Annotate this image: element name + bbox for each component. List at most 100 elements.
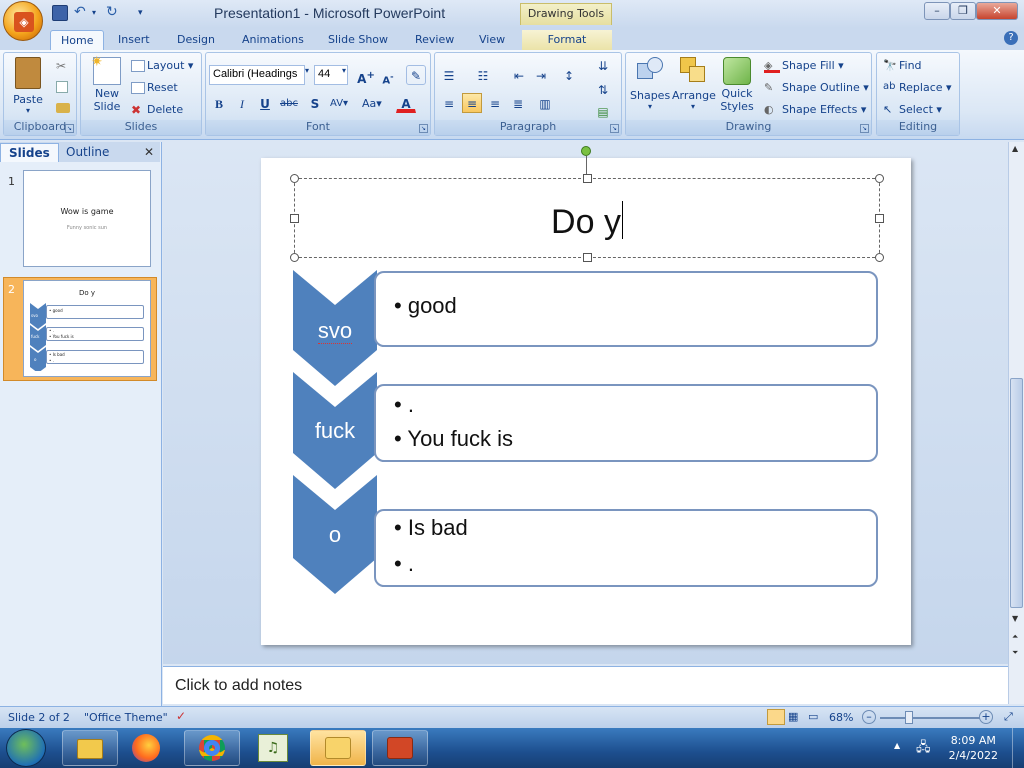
start-button[interactable] <box>6 729 46 767</box>
fit-slide-icon[interactable]: ⤢ <box>1004 710 1013 724</box>
bullets-icon[interactable]: ☰ <box>439 65 459 85</box>
taskbar-audio-editor[interactable]: ♫ <box>258 734 288 762</box>
zoom-in-icon[interactable]: + <box>979 710 993 724</box>
font-size-dropdown-icon[interactable]: ▾ <box>342 66 346 75</box>
align-right-icon[interactable]: ≡ <box>485 93 505 113</box>
spell-check-icon[interactable]: ✓ <box>176 709 186 723</box>
notes-pane[interactable]: Click to add notes <box>163 666 1008 704</box>
taskbar-firefox[interactable] <box>132 734 160 762</box>
grow-font-icon[interactable]: A+ <box>356 65 376 86</box>
resize-handle-br[interactable] <box>875 253 884 262</box>
content-box-2[interactable]: • . • You fuck is <box>374 384 878 462</box>
font-name-dropdown-icon[interactable]: ▾ <box>305 66 309 75</box>
zoom-level[interactable]: 68% <box>829 711 853 724</box>
delete-button[interactable]: ✖ Delete <box>131 103 183 117</box>
text-direction-icon[interactable]: ⇊ <box>593 55 613 75</box>
shape-outline-button[interactable]: ✎ Shape Outline ▾ <box>764 81 869 95</box>
find-button[interactable]: 🔭 Find <box>883 59 922 73</box>
arrange-button[interactable]: Arrange ▾ <box>672 57 716 111</box>
new-slide-button[interactable]: ✷ New Slide <box>87 54 127 113</box>
align-text-icon[interactable]: ⇅ <box>593 79 613 99</box>
chevron-label-1[interactable]: svo <box>293 318 377 344</box>
slide-show-view-icon[interactable]: ▭ <box>808 710 818 723</box>
rotation-handle[interactable] <box>581 146 591 156</box>
scroll-up-icon[interactable]: ▲ <box>1012 144 1018 153</box>
numbering-icon[interactable]: ☷ <box>473 65 493 85</box>
convert-smartart-icon[interactable]: ▤ <box>593 101 613 121</box>
select-button[interactable]: ↖ Select ▾ <box>883 103 942 117</box>
chevron-label-3[interactable]: o <box>293 522 377 548</box>
slide-2-thumbnail[interactable]: Do y svo fuck o • good • . • You fuck is… <box>23 280 151 377</box>
help-icon[interactable]: ? <box>1004 31 1018 45</box>
shrink-font-icon[interactable]: A- <box>378 65 398 86</box>
increase-indent-icon[interactable]: ⇥ <box>531 65 551 85</box>
clear-formatting-icon[interactable]: ✎ <box>406 65 426 85</box>
office-button[interactable]: ◈ <box>3 1 43 41</box>
layout-button[interactable]: Layout ▾ <box>131 59 193 72</box>
align-left-icon[interactable]: ≡ <box>439 93 459 113</box>
tab-format[interactable]: Format <box>522 30 612 50</box>
paragraph-launcher-icon[interactable]: ↘ <box>610 124 619 133</box>
theme-name[interactable]: "Office Theme" <box>84 711 168 724</box>
title-placeholder[interactable]: Do y <box>290 174 884 262</box>
taskbar-chrome[interactable] <box>184 730 240 766</box>
line-spacing-icon[interactable]: ↕ <box>559 65 579 85</box>
resize-handle-tc[interactable] <box>583 174 592 183</box>
clipboard-launcher-icon[interactable]: ↘ <box>65 124 74 133</box>
character-spacing-icon[interactable]: AV▾ <box>329 93 349 113</box>
resize-handle-tl[interactable] <box>290 174 299 183</box>
bold-icon[interactable]: B <box>209 93 229 113</box>
align-center-icon[interactable]: ≡ <box>462 93 482 113</box>
justify-icon[interactable]: ≣ <box>508 93 528 113</box>
resize-handle-bc[interactable] <box>583 253 592 262</box>
next-slide-icon[interactable]: ⏷ <box>1012 648 1018 658</box>
columns-icon[interactable]: ▥ <box>535 93 555 113</box>
scroll-down-icon[interactable]: ▼ <box>1012 614 1018 623</box>
tab-slides[interactable]: Slides <box>0 143 59 162</box>
slide-1-thumbnail[interactable]: Wow is game Funny sonic sun <box>23 170 151 267</box>
tray-expand-icon[interactable]: ▲ <box>894 741 900 750</box>
tab-slide-show[interactable]: Slide Show <box>318 30 398 50</box>
resize-handle-bl[interactable] <box>290 253 299 262</box>
close-button[interactable]: ✕ <box>976 2 1018 20</box>
tab-outline[interactable]: Outline <box>58 143 117 162</box>
pane-close-icon[interactable]: ✕ <box>144 145 154 159</box>
normal-view-icon[interactable] <box>767 709 785 725</box>
content-box-1[interactable]: • good <box>374 271 878 347</box>
slide-title[interactable]: Do y <box>295 201 879 242</box>
zoom-slider-thumb[interactable] <box>905 711 913 724</box>
change-case-icon[interactable]: Aa▾ <box>361 93 382 113</box>
taskbar-outlook[interactable] <box>310 730 366 766</box>
resize-handle-tr[interactable] <box>875 174 884 183</box>
shape-fill-button[interactable]: ◈ Shape Fill ▾ <box>764 59 844 73</box>
slide-canvas[interactable]: Do y svo fuck o • good • . • You fuck is… <box>261 146 911 645</box>
chevron-label-2[interactable]: fuck <box>293 418 377 444</box>
slide-sorter-icon[interactable]: ▦ <box>788 710 798 723</box>
minimize-button[interactable]: – <box>924 2 950 20</box>
italic-icon[interactable]: I <box>232 93 252 113</box>
previous-slide-icon[interactable]: ⏶ <box>1012 632 1018 642</box>
text-shadow-icon[interactable]: S <box>305 93 325 113</box>
undo-dropdown-icon[interactable]: ▾ <box>92 5 100 21</box>
cut-icon[interactable]: ✂ <box>56 59 66 73</box>
tab-design[interactable]: Design <box>167 30 225 50</box>
font-color-icon[interactable]: A <box>396 93 416 113</box>
taskbar-powerpoint[interactable] <box>372 730 428 766</box>
drawing-launcher-icon[interactable]: ↘ <box>860 124 869 133</box>
tab-home[interactable]: Home <box>50 30 105 50</box>
format-painter-icon[interactable] <box>56 103 70 113</box>
shape-effects-button[interactable]: ◐ Shape Effects ▾ <box>764 103 866 117</box>
strikethrough-icon[interactable]: abc <box>279 93 299 113</box>
network-icon[interactable]: 🖧 <box>916 738 931 760</box>
quick-styles-button[interactable]: Quick Styles <box>716 57 758 113</box>
replace-button[interactable]: ab Replace ▾ <box>883 81 952 95</box>
underline-icon[interactable]: U <box>255 93 275 113</box>
font-name-combo[interactable]: Calibri (Headings <box>209 65 305 85</box>
tab-review[interactable]: Review <box>405 30 464 50</box>
zoom-out-icon[interactable]: – <box>862 710 876 724</box>
reset-button[interactable]: Reset <box>131 81 178 94</box>
decrease-indent-icon[interactable]: ⇤ <box>509 65 529 85</box>
tab-animations[interactable]: Animations <box>232 30 314 50</box>
shapes-button[interactable]: Shapes ▾ <box>630 57 670 111</box>
tab-insert[interactable]: Insert <box>108 30 160 50</box>
